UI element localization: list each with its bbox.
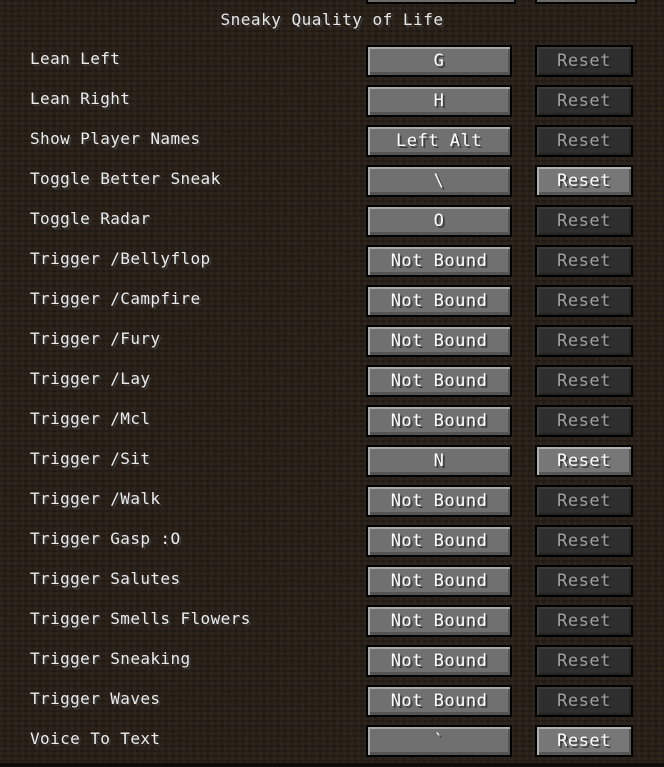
keybind-reset-button[interactable]: Reset [535,405,633,437]
keybind-row: Trigger Sneaking Not Bound Reset [0,645,664,685]
keybind-label: Toggle Better Sneak [30,169,221,188]
keybind-key-button[interactable]: Not Bound [366,285,512,317]
keybind-row: Trigger /Mcl Not Bound Reset [0,405,664,445]
keybind-reset-button[interactable]: Reset [535,125,633,157]
keybind-key-button[interactable]: Not Bound [366,645,512,677]
keybind-label: Trigger /Sit [30,449,151,468]
keybind-row: Trigger /Sit N Reset [0,445,664,485]
keybind-label: Trigger Waves [30,689,161,708]
keybind-reset-button[interactable]: Reset [535,365,633,397]
keybind-label: Lean Left [30,49,121,68]
keybind-key-button[interactable]: Not Bound [366,325,512,357]
keybind-row: Trigger Salutes Not Bound Reset [0,565,664,605]
keybind-row: Trigger /Fury Not Bound Reset [0,325,664,365]
keybind-row: Lean Left G Reset [0,45,664,85]
keybind-key-button[interactable]: Not Bound [366,405,512,437]
keybind-reset-button[interactable]: Reset [535,45,633,77]
keybind-label: Trigger Sneaking [30,649,191,668]
keybind-reset-button[interactable]: Reset [535,205,633,237]
keybind-row: Toggle Radar O Reset [0,205,664,245]
keybind-key-button[interactable]: Left Alt [366,125,512,157]
keybind-row: Toggle Better Sneak \ Reset [0,165,664,205]
keybind-reset-button[interactable]: Reset [535,325,633,357]
keybind-label: Trigger Gasp :O [30,529,181,548]
keybind-label: Trigger /Fury [30,329,161,348]
keybind-key-button[interactable]: Not Bound [366,605,512,637]
keybind-row: Lean Right H Reset [0,85,664,125]
keybind-label: Trigger Smells Flowers [30,609,251,628]
keybind-label: Trigger /Lay [30,369,151,388]
keybind-label: Toggle Radar [30,209,151,228]
keybind-key-button[interactable]: \ [366,165,512,197]
keybind-label: Trigger /Campfire [30,289,201,308]
keybind-label: Show Player Names [30,129,201,148]
keybind-key-button[interactable]: G [366,45,512,77]
previous-row-reset-button-edge [535,0,637,4]
keybind-label: Trigger /Walk [30,489,161,508]
keybind-reset-button[interactable]: Reset [535,725,633,757]
keybind-reset-button[interactable]: Reset [535,85,633,117]
keybind-reset-button[interactable]: Reset [535,485,633,517]
keybind-reset-button[interactable]: Reset [535,645,633,677]
keybind-label: Trigger /Bellyflop [30,249,211,268]
keybind-key-button[interactable]: Not Bound [366,245,512,277]
keybind-reset-button[interactable]: Reset [535,165,633,197]
previous-row-key-button-edge [366,0,516,4]
keybind-key-button[interactable]: Not Bound [366,685,512,717]
keybind-key-button[interactable]: O [366,205,512,237]
keybind-label: Voice To Text [30,729,161,748]
keybind-key-button[interactable]: Not Bound [366,485,512,517]
keybind-reset-button[interactable]: Reset [535,525,633,557]
keybind-row: Voice To Text ` Reset [0,725,664,765]
keybind-key-button[interactable]: N [366,445,512,477]
keybind-reset-button[interactable]: Reset [535,685,633,717]
keybind-reset-button[interactable]: Reset [535,445,633,477]
keybind-reset-button[interactable]: Reset [535,605,633,637]
keybind-row: Trigger /Walk Not Bound Reset [0,485,664,525]
keybind-reset-button[interactable]: Reset [535,565,633,597]
category-title: Sneaky Quality of Life [220,10,444,29]
keybind-row: Trigger /Lay Not Bound Reset [0,365,664,405]
keybind-row: Trigger Gasp :O Not Bound Reset [0,525,664,565]
keybind-row: Trigger /Campfire Not Bound Reset [0,285,664,325]
keybind-row: Trigger Waves Not Bound Reset [0,685,664,725]
keybind-label: Trigger /Mcl [30,409,151,428]
keybind-row: Trigger /Bellyflop Not Bound Reset [0,245,664,285]
keybind-key-button[interactable]: ` [366,725,512,757]
keybind-row: Show Player Names Left Alt Reset [0,125,664,165]
keybind-label: Trigger Salutes [30,569,181,588]
keybind-reset-button[interactable]: Reset [535,245,633,277]
keybind-reset-button[interactable]: Reset [535,285,633,317]
keybind-key-button[interactable]: Not Bound [366,565,512,597]
list-bottom-edge [0,763,664,767]
keybind-label: Lean Right [30,89,131,108]
keybind-row: Trigger Smells Flowers Not Bound Reset [0,605,664,645]
keybind-key-button[interactable]: Not Bound [366,525,512,557]
keybind-key-button[interactable]: H [366,85,512,117]
keybind-key-button[interactable]: Not Bound [366,365,512,397]
